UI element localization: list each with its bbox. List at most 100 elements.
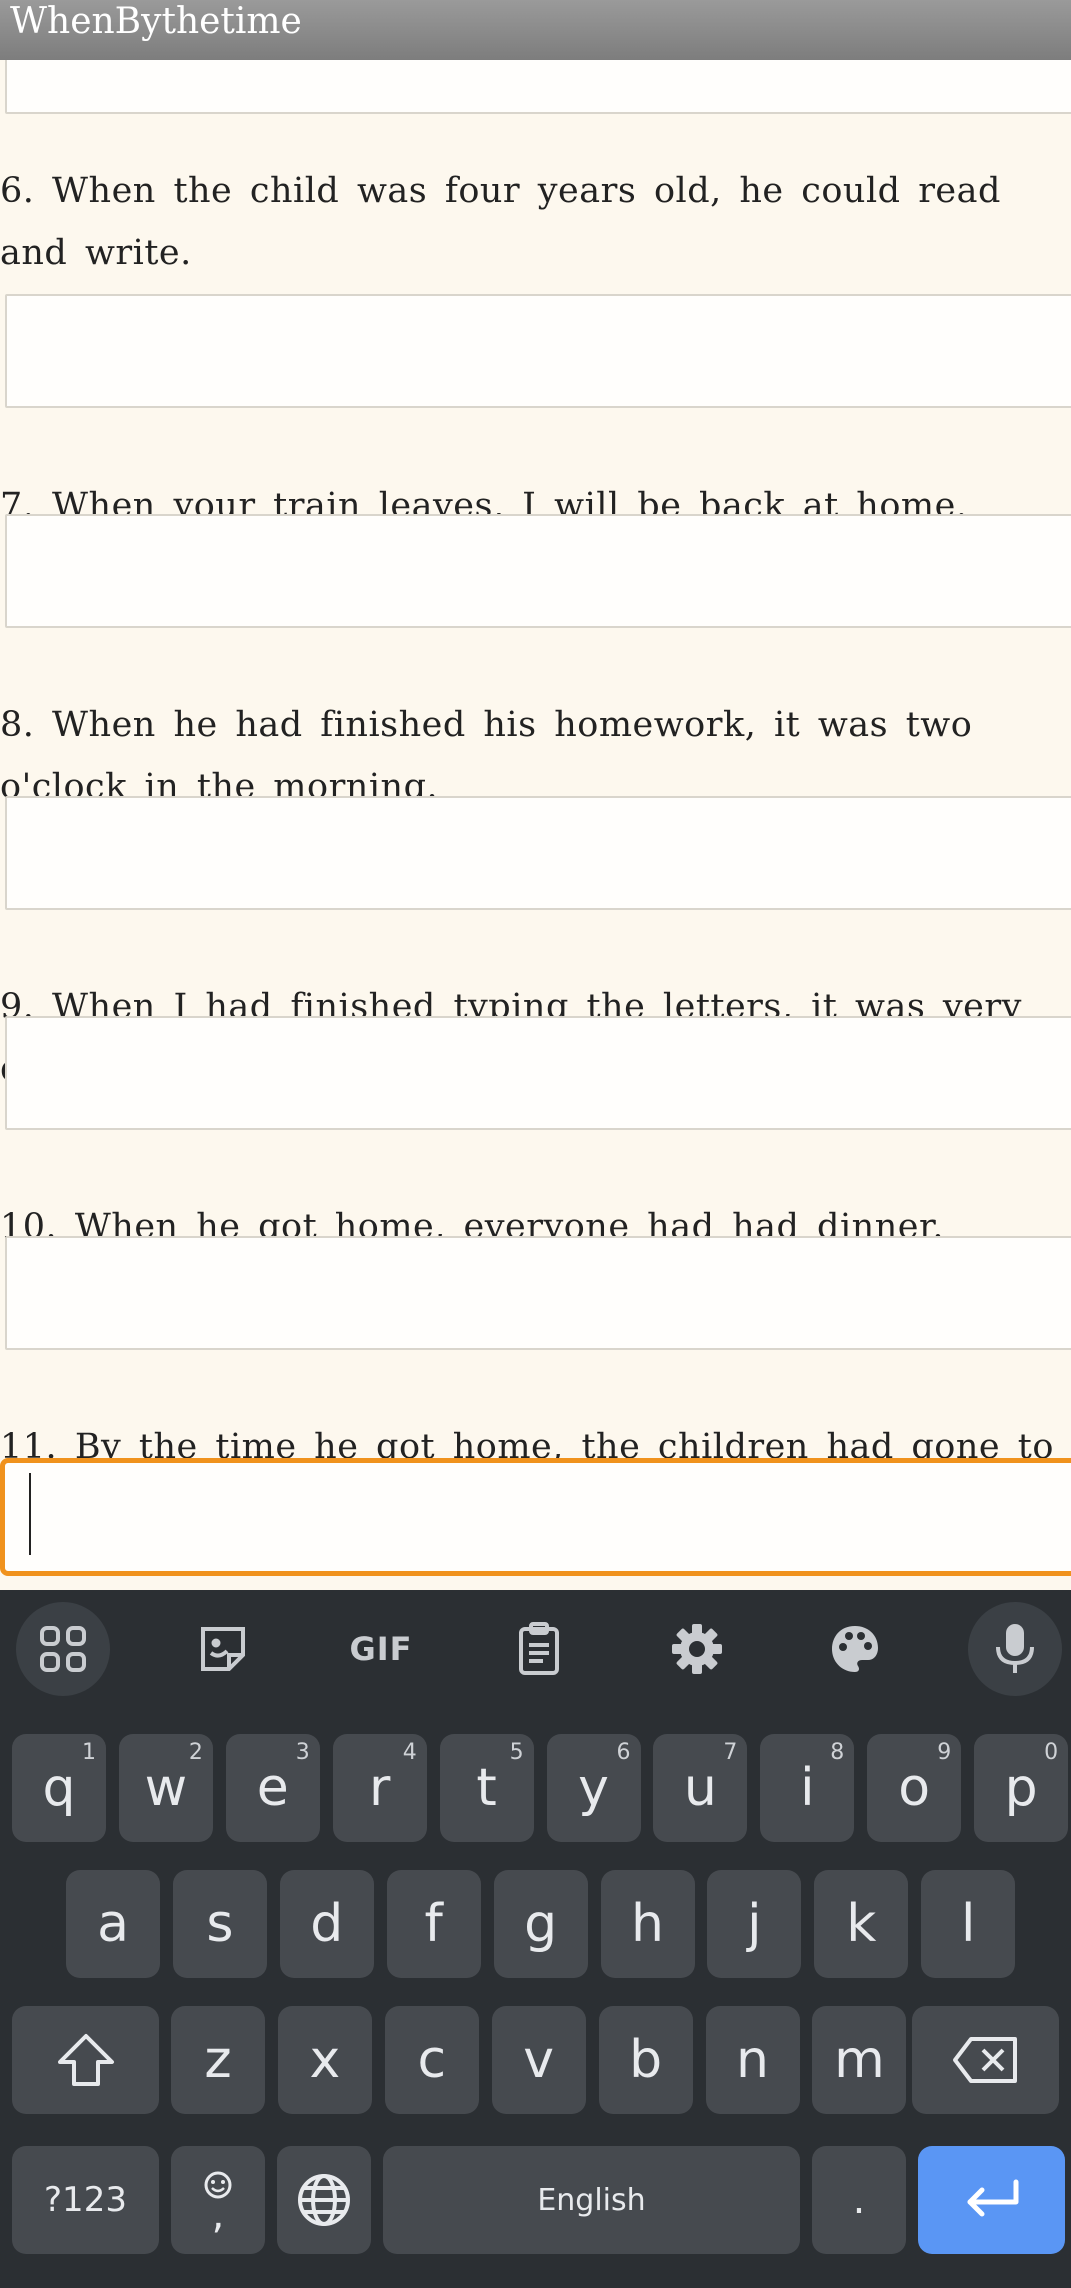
key-hint: 4 — [402, 1740, 417, 1765]
key-label: z — [204, 2030, 232, 2090]
period-label: . — [852, 2177, 866, 2223]
exercise-content[interactable]: 6. When the child was four years old, he… — [0, 60, 1071, 1590]
key-label: s — [206, 1894, 234, 1954]
answer-field-11-focused[interactable] — [0, 1458, 1071, 1576]
key-u[interactable]: u7 — [653, 1734, 748, 1842]
gear-icon[interactable] — [650, 1602, 744, 1696]
symbols-key-label: ?123 — [44, 2180, 127, 2220]
answer-field-10[interactable] — [5, 1236, 1071, 1350]
answer-field-9[interactable] — [5, 1016, 1071, 1130]
key-g[interactable]: g — [493, 1870, 588, 1978]
key-a[interactable]: a — [66, 1870, 160, 1978]
backspace-key[interactable] — [912, 2006, 1059, 2114]
enter-icon — [967, 2179, 1018, 2217]
key-n[interactable]: n — [705, 2006, 800, 2114]
key-s[interactable]: s — [172, 1870, 267, 1978]
mic-icon[interactable] — [968, 1602, 1062, 1696]
key-label: d — [310, 1894, 344, 1954]
key-d[interactable]: d — [279, 1870, 374, 1978]
key-label: a — [97, 1894, 129, 1954]
key-hint: 7 — [723, 1740, 738, 1765]
key-hint: 2 — [188, 1740, 203, 1765]
key-p[interactable]: p0 — [974, 1734, 1069, 1842]
space-bar-label: English — [537, 2182, 646, 2218]
key-v[interactable]: v — [491, 2006, 586, 2114]
key-m[interactable]: m — [812, 2006, 907, 2114]
key-label: i — [800, 1758, 815, 1818]
key-hint: 6 — [616, 1740, 631, 1765]
period-key[interactable]: . — [812, 2146, 906, 2254]
key-label: o — [898, 1758, 931, 1818]
answer-field-5[interactable] — [5, 60, 1071, 114]
key-label: e — [256, 1758, 289, 1818]
question-number: 8. — [0, 705, 35, 745]
key-label: c — [417, 2030, 447, 2090]
answer-field-6[interactable] — [5, 294, 1071, 408]
key-o[interactable]: o9 — [867, 1734, 962, 1842]
key-hint: 8 — [830, 1740, 845, 1765]
key-f[interactable]: f — [386, 1870, 481, 1978]
comma-label: , — [211, 2192, 225, 2238]
gif-label: GIF — [349, 1630, 413, 1668]
key-r[interactable]: r4 — [332, 1734, 427, 1842]
shift-key[interactable] — [12, 2006, 159, 2114]
clipboard-icon[interactable] — [492, 1602, 586, 1696]
globe-key[interactable] — [277, 2146, 371, 2254]
enter-key[interactable] — [918, 2146, 1065, 2254]
apps-icon[interactable] — [16, 1602, 110, 1696]
key-c[interactable]: c — [384, 2006, 479, 2114]
space-bar[interactable]: English — [383, 2146, 800, 2254]
key-hint: 1 — [82, 1740, 96, 1765]
key-l[interactable]: l — [921, 1870, 1016, 1978]
key-label: n — [736, 2030, 769, 2090]
app-title-bar: WhenBythetime — [0, 0, 1071, 60]
key-t[interactable]: t5 — [439, 1734, 534, 1842]
gif-icon[interactable]: GIF — [334, 1602, 428, 1696]
key-label: q — [42, 1758, 76, 1818]
symbols-key[interactable]: ?123 — [12, 2146, 159, 2254]
key-label: g — [524, 1894, 558, 1954]
emoji-comma-key[interactable]: , — [171, 2146, 265, 2254]
onscreen-keyboard: GIF ?123 , English . q 1 w 2 e 3 r 4 t 5… — [0, 1590, 1071, 2288]
key-label: k — [846, 1894, 877, 1954]
key-h[interactable]: h — [600, 1870, 695, 1978]
answer-field-7[interactable] — [5, 514, 1071, 628]
key-label: v — [523, 2030, 555, 2090]
key-label: p — [1004, 1758, 1038, 1818]
key-label: l — [960, 1894, 976, 1954]
key-label: r — [368, 1758, 391, 1818]
key-hint: 5 — [509, 1740, 524, 1765]
key-label: x — [309, 2030, 341, 2090]
key-k[interactable]: k — [814, 1870, 909, 1978]
key-e[interactable]: e3 — [225, 1734, 320, 1842]
key-label: j — [747, 1894, 762, 1954]
key-y[interactable]: y6 — [546, 1734, 641, 1842]
question-number: 6. — [0, 171, 35, 211]
palette-icon[interactable] — [808, 1602, 902, 1696]
question-text: When the child was four years old, he co… — [0, 171, 1001, 273]
key-i[interactable]: i8 — [760, 1734, 855, 1842]
globe-icon — [298, 2174, 350, 2226]
answer-field-8[interactable] — [5, 796, 1071, 910]
key-hint: 3 — [295, 1740, 310, 1765]
key-label: y — [578, 1758, 609, 1818]
key-label: f — [424, 1894, 443, 1954]
key-label: w — [144, 1758, 188, 1818]
key-j[interactable]: j — [707, 1870, 802, 1978]
key-label: b — [629, 2030, 663, 2090]
question-6: 6. When the child was four years old, he… — [0, 160, 1071, 284]
key-label: h — [631, 1894, 664, 1954]
key-b[interactable]: b — [598, 2006, 693, 2114]
question-text: When he had finished his homework, it wa… — [0, 705, 973, 807]
key-label: t — [476, 1758, 497, 1818]
key-label: u — [683, 1758, 717, 1818]
key-label: m — [834, 2030, 885, 2090]
key-q[interactable]: q1 — [12, 1734, 106, 1842]
key-w[interactable]: w2 — [118, 1734, 213, 1842]
key-hint: 0 — [1044, 1740, 1059, 1765]
sticker-icon[interactable] — [176, 1602, 270, 1696]
key-x[interactable]: x — [277, 2006, 372, 2114]
key-hint: 9 — [937, 1740, 952, 1765]
app-title: WhenBythetime — [10, 1, 302, 42]
key-z[interactable]: z — [171, 2006, 265, 2114]
